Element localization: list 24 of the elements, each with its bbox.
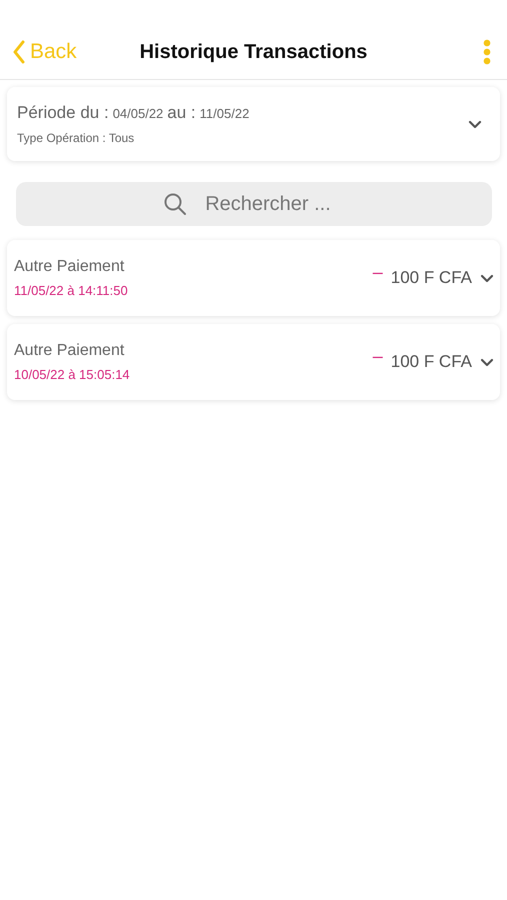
chevron-icon[interactable] [480, 274, 494, 282]
search-field[interactable]: Rechercher ... [16, 182, 492, 226]
search-icon [163, 192, 187, 216]
chevron-icon[interactable] [480, 358, 494, 366]
transaction-date: 11/05/22 à 14:11:50 [14, 283, 128, 298]
period-label: Période du : [17, 103, 109, 123]
transaction-amount: 100 F CFA [390, 268, 472, 288]
amount-sign: – [372, 346, 383, 367]
transaction-card[interactable]: Autre Paiement 11/05/22 à 14:11:50 – 100 F CFA [7, 240, 500, 316]
period-date: 11/05/22 [200, 106, 250, 121]
chevron-left-icon [12, 40, 26, 64]
period-date: 04/05/22 [112, 106, 164, 121]
transaction-card[interactable]: Autre Paiement 10/05/22 à 15:05:14 – 100 F CFA [7, 324, 500, 400]
transaction-amount: 100 F CFA [390, 352, 472, 372]
operation-type: Type Opération : Tous [17, 131, 136, 145]
amount-sign: – [372, 262, 383, 283]
period-label: au : [167, 103, 196, 123]
filter-card[interactable]: Période du : 04/05/22 au : 11/05/22 Type Opération : Tous [7, 87, 500, 161]
transaction-date: 10/05/22 à 15:05:14 [14, 367, 130, 382]
more-icon [483, 39, 491, 65]
transaction-label: Autre Paiement [14, 258, 126, 276]
page-title: Historique Transactions [140, 40, 368, 62]
chevron-icon[interactable] [468, 120, 482, 128]
transaction-label: Autre Paiement [14, 342, 126, 360]
